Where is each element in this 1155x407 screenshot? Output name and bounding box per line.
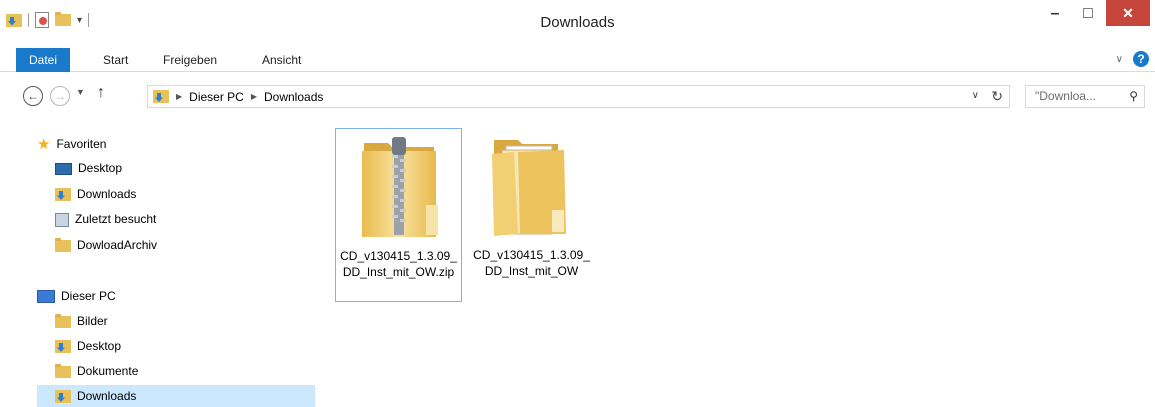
nav-item-label: Zuletzt besucht [75,212,157,226]
ribbon-tabs: Datei Start Freigeben Ansicht ∨ ? [0,48,1155,72]
documents-folder-icon [55,363,71,378]
chevron-down-icon[interactable]: ∨ [972,90,979,101]
file-name: CD_v130415_1.3.09_DD_Inst_mit_OW.zip [340,249,457,279]
search-icon[interactable]: ⚲ [1129,86,1138,107]
tab-start[interactable]: Start [103,48,128,72]
zip-folder-icon [362,137,438,237]
arrow-up-icon: ↑ [97,84,105,101]
recent-places-icon [55,212,69,227]
search-placeholder: "Downloa... [1035,89,1096,103]
nav-item-label: Desktop [77,339,122,353]
nav-item-downloads[interactable]: Downloads [55,183,136,206]
arrow-right-icon: → [54,89,66,103]
address-bar[interactable]: ▶ Dieser PC ▶ Downloads ∨ ↻ [147,85,1010,108]
forward-button[interactable]: → [50,86,70,106]
refresh-icon[interactable]: ↻ [991,88,1003,105]
desktop-folder-icon [55,340,71,353]
nav-item-dokumente[interactable]: Dokumente [55,360,138,383]
arrow-left-icon: ← [27,89,39,103]
downloads-folder-icon [153,90,169,103]
search-input[interactable]: "Downloa... ⚲ [1025,85,1145,108]
nav-item-label: DowloadArchiv [77,238,158,252]
chevron-right-icon: ▶ [176,92,183,101]
address-row: ← → ▼ ↑ ▶ Dieser PC ▶ Downloads ∨ ↻ "Dow… [0,72,1155,120]
nav-item-desktop[interactable]: Desktop [55,157,122,180]
help-icon[interactable]: ? [1133,51,1149,67]
nav-item-dowloadarchiv[interactable]: DowloadArchiv [55,234,157,257]
maximize-button[interactable]: □ [1073,0,1103,28]
navigation-pane: ★ Favoriten Desktop Downloads Zuletzt be… [0,120,322,407]
tab-ansicht[interactable]: Ansicht [262,48,301,72]
nav-item-label: Dokumente [77,364,139,378]
nav-favorites[interactable]: ★ Favoriten [37,133,106,156]
nav-this-pc[interactable]: Dieser PC [37,285,116,308]
back-button[interactable]: ← [23,86,43,106]
star-icon: ★ [37,135,51,153]
folder-icon [492,140,566,236]
nav-item-label: Bilder [77,314,108,328]
downloads-folder-icon [55,188,71,201]
minimize-button[interactable]: – [1040,0,1070,28]
nav-item-bilder[interactable]: Bilder [55,310,108,333]
breadcrumb-downloads[interactable]: Downloads [264,90,323,104]
expand-ribbon-icon[interactable]: ∨ [1116,54,1123,65]
up-button[interactable]: ↑ [97,84,105,102]
nav-this-pc-label: Dieser PC [61,289,116,303]
chevron-right-icon: ▶ [250,92,257,101]
folder-icon [55,237,71,252]
desktop-icon [55,162,72,175]
nav-item-pc-desktop[interactable]: Desktop [55,335,121,358]
nav-item-pc-downloads[interactable]: Downloads [37,385,315,407]
ribbon-controls: ∨ ? [1116,51,1149,67]
pictures-folder-icon [55,313,71,328]
file-item-folder[interactable]: CD_v130415_1.3.09_DD_Inst_mit_OW [468,128,595,302]
nav-item-label: Desktop [78,161,123,175]
file-item-zip[interactable]: CD_v130415_1.3.09_DD_Inst_mit_OW.zip [335,128,462,302]
nav-item-recent[interactable]: Zuletzt besucht [55,208,156,231]
window-title: Downloads [540,14,615,31]
nav-favorites-label: Favoriten [56,137,107,151]
tab-freigeben[interactable]: Freigeben [163,48,217,72]
tab-datei[interactable]: Datei [16,48,70,72]
downloads-folder-icon [55,390,71,403]
nav-item-label: Downloads [77,389,137,403]
breadcrumb-dieser-pc[interactable]: Dieser PC [189,90,244,104]
file-list: CD_v130415_1.3.09_DD_Inst_mit_OW.zip CD_… [322,120,1155,407]
minimize-icon: – [1050,5,1060,22]
recent-locations-button[interactable]: ▼ [76,87,85,97]
title-bar: ▾ Downloads – □ ✕ [0,0,1155,48]
maximize-icon: □ [1083,5,1093,22]
computer-icon [37,290,55,303]
close-button[interactable]: ✕ [1106,0,1150,26]
nav-item-label: Downloads [77,187,137,201]
close-icon: ✕ [1122,4,1134,21]
file-name: CD_v130415_1.3.09_DD_Inst_mit_OW [473,248,590,278]
